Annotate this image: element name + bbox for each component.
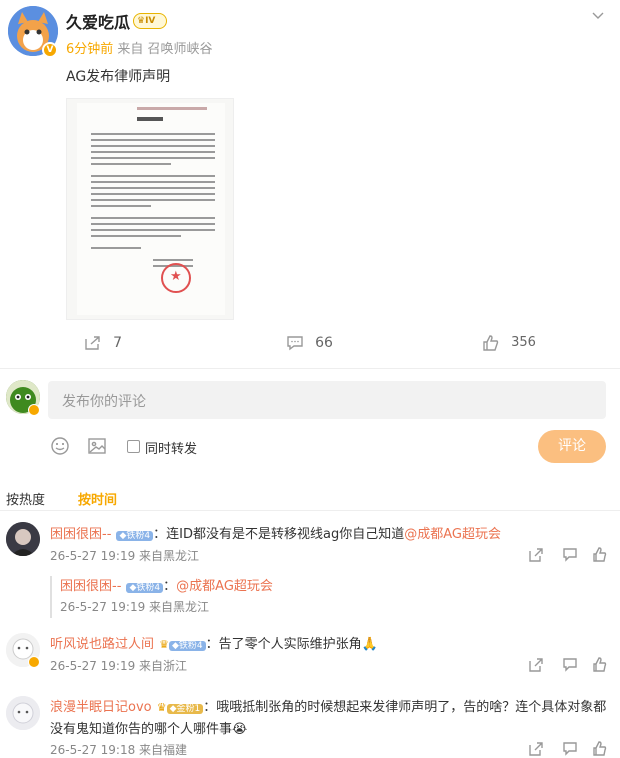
comment-meta: 26-5-27 19:19 来自黑龙江 — [50, 549, 200, 563]
divider — [0, 510, 620, 511]
comment-icon — [287, 335, 303, 350]
chevron-down-icon[interactable] — [590, 8, 606, 24]
repost-count: 7 — [113, 334, 123, 351]
comment-icon[interactable] — [562, 657, 578, 673]
comment-meta: 26-5-27 19:19 来自浙江 — [50, 659, 188, 673]
thumbs-up-icon[interactable] — [592, 741, 608, 757]
verified-badge: V — [42, 42, 58, 58]
reply-line: 困困很困-- ◆铁粉4 ：@成都AG超玩会 — [60, 575, 273, 595]
verified-badge-small — [28, 656, 40, 668]
emoji-icon[interactable] — [50, 436, 70, 456]
repost-icon — [85, 335, 100, 350]
comment-line: 困困很困-- ◆铁粉4 ：连ID都没有是不是转移视线ag你自己知道@成都AG超玩会 — [50, 523, 501, 543]
author-name[interactable]: 久爱吃瓜 — [66, 9, 130, 33]
comment-icon[interactable] — [562, 741, 578, 757]
like-button[interactable]: 356 — [482, 332, 536, 351]
fan-badge: ◆铁粉4 — [126, 583, 164, 593]
comment-text: ：告了零个人实际维护张角🙏 — [205, 637, 378, 652]
thumbs-up-icon[interactable] — [592, 547, 608, 563]
tab-sort-time[interactable]: 按时间 — [78, 489, 117, 508]
repost-button[interactable]: 7 — [84, 332, 122, 351]
comment-avatar[interactable] — [6, 522, 40, 556]
submit-comment-button[interactable]: 评论 — [538, 430, 606, 463]
post-image[interactable] — [66, 98, 234, 320]
fan-badge-text: 金粉1 — [176, 704, 201, 714]
reply-mention[interactable]: @成都AG超玩会 — [176, 579, 273, 594]
comment-button[interactable]: 66 — [286, 332, 333, 351]
comment-author[interactable]: 听风说也路过人间 — [50, 637, 154, 652]
thumbs-up-icon[interactable] — [592, 657, 608, 673]
post-meta: 6分钟前 来自 召唤师峡谷 — [66, 38, 213, 57]
divider — [0, 368, 620, 369]
level-badge: ♛IV — [133, 13, 167, 29]
fan-badge-text: 铁粉4 — [178, 641, 203, 651]
fan-badge-text: 铁粉4 — [126, 531, 151, 541]
comment-mention[interactable]: @成都AG超玩会 — [404, 527, 501, 542]
comment-count: 66 — [315, 334, 333, 351]
comment-author[interactable]: 困困很困-- — [50, 527, 111, 542]
comment-line: 浪漫半眠日记ovo ♛ ◆金粉1 ：哦哦抵制张角的时候想起来发律师声明了，告的啥？连… — [50, 696, 615, 740]
reply-author[interactable]: 困困很困-- — [60, 579, 121, 594]
level-badge-text: IV — [145, 16, 156, 26]
post-source: 来自 召唤师峡谷 — [117, 42, 213, 57]
image-icon[interactable] — [87, 436, 107, 456]
reply-indicator — [50, 576, 52, 618]
repost-checkbox-label: 同时转发 — [145, 442, 198, 457]
crown-icon: ♛ — [159, 638, 169, 651]
verified-badge-small — [28, 404, 40, 416]
comment-avatar[interactable] — [6, 696, 40, 730]
tab-sort-hot[interactable]: 按热度 — [6, 489, 45, 508]
comment-text: ：哦哦抵制张角的时候想起来发律师声明了，告的啥？连个具体对象都 — [203, 700, 607, 715]
share-icon[interactable] — [528, 547, 544, 563]
comment-author[interactable]: 浪漫半眠日记ovo — [50, 700, 152, 715]
fan-badge-text: 铁粉4 — [136, 583, 161, 593]
comment-line: 听风说也路过人间 ♛ ◆铁粉4 ：告了零个人实际维护张角🙏 — [50, 633, 378, 653]
comment-icon[interactable] — [562, 547, 578, 563]
post-text: AG发布律师声明 — [66, 69, 171, 85]
share-icon[interactable] — [528, 741, 544, 757]
post-time[interactable]: 6分钟前 — [66, 42, 113, 57]
fan-badge: ◆铁粉4 — [116, 531, 154, 541]
reply-meta: 26-5-27 19:19 来自黑龙江 — [60, 600, 210, 614]
thumbs-up-icon — [483, 334, 499, 351]
comment-text-continued: 没有鬼知道你告的哪个人哪件事😭 — [50, 722, 248, 737]
repost-checkbox[interactable] — [127, 440, 140, 453]
share-icon[interactable] — [528, 657, 544, 673]
fan-badge: ◆铁粉4 — [168, 641, 206, 651]
comment-text: ：连ID都没有是不是转移视线ag你自己知道 — [153, 527, 405, 542]
fan-badge: ◆金粉1 — [166, 704, 204, 714]
crown-icon: ♛ — [156, 701, 167, 714]
reply-text: ： — [163, 579, 177, 594]
comment-input[interactable]: 发布你的评论 — [48, 381, 606, 419]
like-count: 356 — [511, 335, 536, 350]
